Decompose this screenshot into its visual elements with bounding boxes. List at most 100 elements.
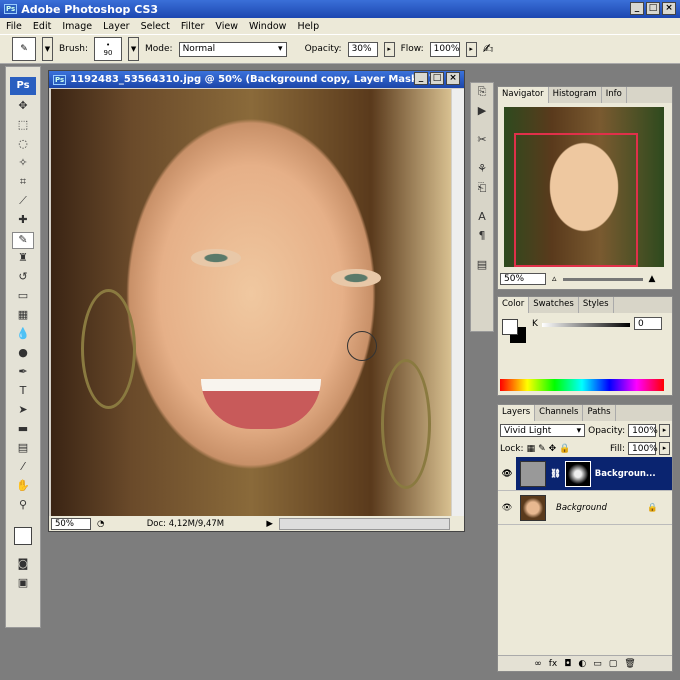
visibility-eye-icon[interactable]: 👁 xyxy=(498,503,516,513)
magic-wand-tool-icon[interactable]: ✧ xyxy=(12,156,34,173)
navigator-view-box[interactable] xyxy=(514,133,638,267)
adjustment-layer-icon[interactable]: ◐ xyxy=(578,659,586,669)
visibility-eye-icon[interactable]: 👁 xyxy=(498,457,516,490)
menu-image[interactable]: Image xyxy=(62,21,92,32)
status-menu-icon[interactable]: ◔ xyxy=(97,519,104,529)
character-panel-icon[interactable]: A xyxy=(471,210,493,227)
tab-layers[interactable]: Layers xyxy=(498,405,536,421)
tool-preset-picker[interactable]: ✎ xyxy=(12,37,36,61)
tab-histogram[interactable]: Histogram xyxy=(549,87,602,103)
menu-help[interactable]: Help xyxy=(297,21,319,32)
menu-edit[interactable]: Edit xyxy=(33,21,51,32)
brush-tool-icon[interactable]: ✎ xyxy=(12,232,34,249)
layer-opacity-input[interactable]: 100% xyxy=(628,424,658,437)
clone-stamp-tool-icon[interactable]: ♜ xyxy=(12,251,34,268)
tab-paths[interactable]: Paths xyxy=(583,405,616,421)
add-mask-icon[interactable]: ◘ xyxy=(564,659,571,669)
path-selection-tool-icon[interactable]: ➤ xyxy=(12,403,34,420)
rectangle-tool-icon[interactable]: ▬ xyxy=(12,422,34,439)
horizontal-scrollbar[interactable] xyxy=(278,517,450,530)
vertical-scrollbar[interactable] xyxy=(452,89,464,516)
navigator-zoom-input[interactable]: 50% xyxy=(500,273,546,285)
lock-all-icon[interactable]: 🔒 xyxy=(559,444,570,454)
marquee-tool-icon[interactable]: ⬚ xyxy=(12,118,34,135)
lasso-tool-icon[interactable]: ◌ xyxy=(12,137,34,154)
menu-view[interactable]: View xyxy=(215,21,238,32)
menu-select[interactable]: Select xyxy=(141,21,170,32)
brushes-panel-icon[interactable]: ⚘ xyxy=(471,162,493,179)
layer-style-icon[interactable]: fx xyxy=(549,659,558,669)
notes-tool-icon[interactable]: ▤ xyxy=(12,441,34,458)
type-tool-icon[interactable]: T xyxy=(12,384,34,401)
tool-presets-icon[interactable]: ✂ xyxy=(471,133,493,150)
mode-select[interactable]: Normal ▾ xyxy=(178,41,287,57)
menu-file[interactable]: File xyxy=(6,21,22,32)
layer-opacity-slider-button[interactable]: ▸ xyxy=(659,424,670,437)
close-button[interactable]: × xyxy=(662,2,676,15)
menu-filter[interactable]: Filter xyxy=(181,21,205,32)
menu-layer[interactable]: Layer xyxy=(103,21,130,32)
pen-tool-icon[interactable]: ✒ xyxy=(12,365,34,382)
menu-window[interactable]: Window xyxy=(249,21,286,32)
tab-navigator[interactable]: Navigator xyxy=(498,87,549,103)
doc-minimize-button[interactable]: _ xyxy=(414,72,428,85)
k-value-input[interactable]: 0 xyxy=(634,317,662,330)
mask-link-icon[interactable]: ⛓ xyxy=(550,469,561,479)
zoom-out-icon[interactable]: ▵ xyxy=(552,274,557,284)
lock-position-icon[interactable]: ✥ xyxy=(549,444,557,454)
minimize-button[interactable]: _ xyxy=(630,2,644,15)
eyedropper-tool-icon[interactable]: ⁄ xyxy=(12,460,34,477)
tab-color[interactable]: Color xyxy=(498,297,530,313)
brush-dropdown[interactable]: ▼ xyxy=(128,37,140,61)
zoom-input[interactable]: 50% xyxy=(51,517,91,530)
airbrush-icon[interactable]: ✍ xyxy=(483,42,494,57)
blend-mode-select[interactable]: Vivid Light ▾ xyxy=(500,424,586,437)
fill-input[interactable]: 100% xyxy=(628,442,658,455)
layer-comps-icon[interactable]: ▤ xyxy=(471,258,493,275)
blur-tool-icon[interactable]: 💧 xyxy=(12,327,34,344)
navigator-thumbnail[interactable] xyxy=(504,107,664,267)
lock-pixels-icon[interactable]: ✎ xyxy=(538,444,546,454)
move-tool-icon[interactable]: ✥ xyxy=(12,99,34,116)
crop-tool-icon[interactable]: ⌗ xyxy=(12,175,34,192)
tab-info[interactable]: Info xyxy=(602,87,627,103)
flow-slider-button[interactable]: ▸ xyxy=(465,41,477,57)
new-group-icon[interactable]: ▭ xyxy=(593,659,602,669)
healing-brush-tool-icon[interactable]: ✚ xyxy=(12,213,34,230)
lock-transparency-icon[interactable]: ▦ xyxy=(527,444,536,454)
status-arrow-button[interactable]: ▶ xyxy=(266,519,273,529)
maximize-button[interactable]: □ xyxy=(646,2,660,15)
new-layer-icon[interactable]: ▢ xyxy=(609,659,618,669)
opacity-input[interactable]: 30% xyxy=(347,41,378,57)
delete-layer-icon[interactable]: 🗑 xyxy=(624,659,635,669)
zoom-tool-icon[interactable]: ⚲ xyxy=(12,498,34,515)
color-ramp[interactable] xyxy=(500,379,664,391)
brush-picker[interactable]: • 90 xyxy=(94,37,123,61)
layer-row-background[interactable]: 👁 Background 🔒 xyxy=(498,491,672,525)
foreground-color[interactable] xyxy=(14,527,32,545)
eraser-tool-icon[interactable]: ▭ xyxy=(12,289,34,306)
color-swatches[interactable] xyxy=(10,519,40,553)
slice-tool-icon[interactable]: ⟋ xyxy=(12,194,34,211)
tab-channels[interactable]: Channels xyxy=(535,405,584,421)
dodge-tool-icon[interactable]: ● xyxy=(12,346,34,363)
history-panel-icon[interactable]: ⎘ xyxy=(471,85,493,102)
clone-source-icon[interactable]: ⎗ xyxy=(471,181,493,198)
layer-mask-thumbnail[interactable] xyxy=(564,460,591,487)
gradient-tool-icon[interactable]: ▦ xyxy=(12,308,34,325)
link-layers-icon[interactable]: ∞ xyxy=(534,659,542,669)
history-brush-tool-icon[interactable]: ↺ xyxy=(12,270,34,287)
tool-preset-dropdown[interactable]: ▼ xyxy=(42,37,53,61)
zoom-in-icon[interactable]: ▲ xyxy=(649,274,656,284)
doc-close-button[interactable]: × xyxy=(446,72,460,85)
flow-input[interactable]: 100% xyxy=(429,41,460,57)
doc-maximize-button[interactable]: □ xyxy=(430,72,444,85)
navigator-zoom-slider[interactable] xyxy=(562,277,643,281)
tab-styles[interactable]: Styles xyxy=(579,297,614,313)
quick-mask-icon[interactable]: ◙ xyxy=(12,557,34,574)
tab-swatches[interactable]: Swatches xyxy=(529,297,579,313)
canvas-image[interactable] xyxy=(51,89,451,516)
color-foreground[interactable] xyxy=(502,319,518,335)
layer-row-background-copy[interactable]: 👁 ⛓ Backgroun... xyxy=(498,457,672,491)
hand-tool-icon[interactable]: ✋ xyxy=(12,479,34,496)
